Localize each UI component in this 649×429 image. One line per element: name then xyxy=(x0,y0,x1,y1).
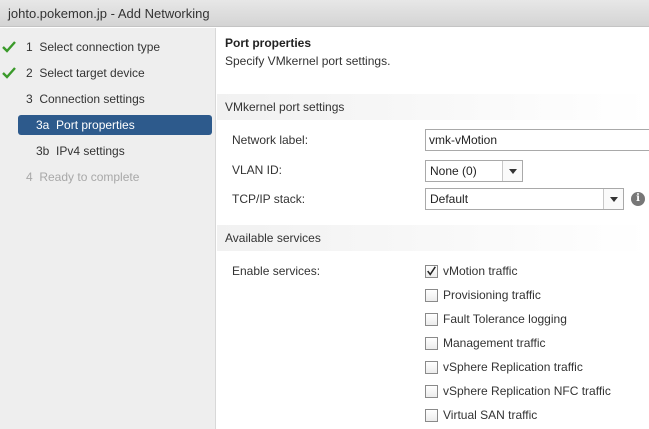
checkbox[interactable] xyxy=(425,313,438,326)
step-label: 2 Select target device xyxy=(26,66,145,80)
chevron-down-icon[interactable] xyxy=(502,161,522,181)
page-subtitle: Specify VMkernel port settings. xyxy=(225,54,391,68)
check-icon xyxy=(2,41,16,53)
page-title: Port properties xyxy=(225,36,312,50)
vlan-id-label: VLAN ID: xyxy=(232,163,283,177)
tcpip-stack-value: Default xyxy=(430,192,469,206)
available-services-header: Available services xyxy=(217,225,649,251)
service-label: Fault Tolerance logging xyxy=(443,312,567,326)
step-port-properties[interactable]: 3a Port properties xyxy=(18,115,212,135)
checkbox[interactable] xyxy=(425,289,438,302)
tcpip-stack-select[interactable]: Default xyxy=(425,188,624,210)
main-content: Port properties Specify VMkernel port se… xyxy=(217,28,649,429)
vmkernel-settings-header: VMkernel port settings xyxy=(217,94,649,120)
service-label: Provisioning traffic xyxy=(443,288,541,302)
network-label-input[interactable]: vmk-vMotion xyxy=(425,129,649,151)
service-label: Management traffic xyxy=(443,336,546,350)
step-connection-settings[interactable]: 3 Connection settings xyxy=(26,89,145,109)
checkbox[interactable] xyxy=(425,409,438,422)
step-label: 4 Ready to complete xyxy=(26,170,140,184)
service-label: Virtual SAN traffic xyxy=(443,408,538,422)
vlan-id-select[interactable]: None (0) xyxy=(425,160,523,182)
service-label: vSphere Replication traffic xyxy=(443,360,583,374)
step-ready-to-complete: 4 Ready to complete xyxy=(26,167,139,187)
step-ipv4-settings[interactable]: 3b IPv4 settings xyxy=(36,141,125,161)
checkbox-checked[interactable] xyxy=(425,265,438,278)
checkbox[interactable] xyxy=(425,337,438,350)
wizard-steps-sidebar: 1 Select connection type 2 Select target… xyxy=(0,28,216,429)
enable-services-label: Enable services: xyxy=(232,264,321,278)
step-label: 1 Select connection type xyxy=(26,40,161,54)
vlan-id-value: None (0) xyxy=(430,164,477,178)
service-label: vSphere Replication NFC traffic xyxy=(443,384,611,398)
check-icon xyxy=(2,67,16,79)
network-label-label: Network label: xyxy=(232,133,309,147)
chevron-down-icon[interactable] xyxy=(603,189,623,209)
window-titlebar: johto.pokemon.jp - Add Networking xyxy=(0,0,649,27)
service-label: vMotion traffic xyxy=(443,264,518,278)
step-label: 3 Connection settings xyxy=(26,92,145,106)
step-label: 3a Port properties xyxy=(36,118,135,132)
checkbox[interactable] xyxy=(425,361,438,374)
step-select-connection-type[interactable]: 1 Select connection type xyxy=(2,37,161,57)
checkmark-icon xyxy=(427,266,436,276)
step-label: 3b IPv4 settings xyxy=(36,144,125,158)
info-icon[interactable]: i xyxy=(631,192,645,206)
step-select-target-device[interactable]: 2 Select target device xyxy=(2,63,145,83)
tcpip-stack-label: TCP/IP stack: xyxy=(232,192,306,206)
checkbox[interactable] xyxy=(425,385,438,398)
window-title: johto.pokemon.jp - Add Networking xyxy=(8,6,210,21)
